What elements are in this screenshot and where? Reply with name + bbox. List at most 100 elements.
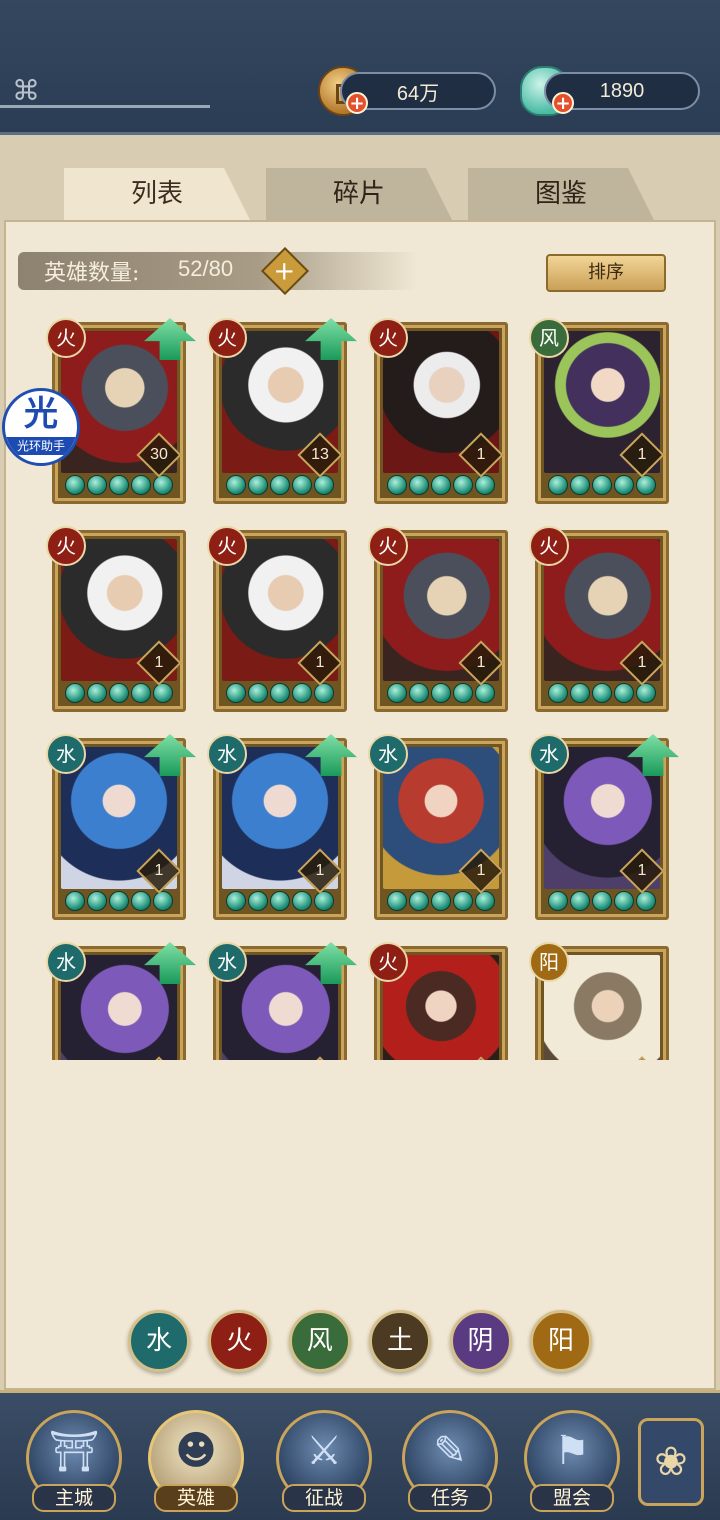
element-fire-icon: 火	[368, 526, 408, 566]
star-orb-icon	[153, 683, 173, 703]
upgrade-arrow-icon	[305, 318, 357, 360]
top-bar	[0, 0, 720, 135]
star-orb-icon	[636, 683, 656, 703]
hero-level: 13	[311, 446, 329, 463]
hero-level: 1	[476, 654, 486, 671]
element-water-icon: 水	[368, 734, 408, 774]
star-orb-icon	[453, 683, 473, 703]
nav-item[interactable]: ⛩ 主城	[26, 1410, 122, 1512]
filter-fire-button[interactable]: 火	[208, 1310, 271, 1372]
add-coin-plus-icon[interactable]: +	[346, 92, 368, 114]
filter-wind-button[interactable]: 风	[288, 1310, 351, 1372]
nav-item[interactable]: ⚔ 征战	[276, 1410, 372, 1512]
star-orb-icon	[592, 891, 612, 911]
star-orb-icon	[387, 891, 407, 911]
star-orb-icon	[292, 683, 312, 703]
assistant-logo: 光	[24, 394, 58, 434]
star-orb-icon	[248, 475, 268, 495]
star-orbs	[548, 683, 656, 705]
star-orb-icon	[292, 891, 312, 911]
star-orb-icon	[109, 891, 129, 911]
star-orb-icon	[109, 475, 129, 495]
star-orb-icon	[292, 475, 312, 495]
hero-level: 1	[154, 654, 164, 671]
tab-list[interactable]: 列表	[64, 168, 250, 220]
star-orb-icon	[314, 683, 334, 703]
star-orb-icon	[65, 475, 85, 495]
star-orbs	[65, 475, 173, 497]
star-orb-icon	[131, 891, 151, 911]
filter-yang-button[interactable]: 阳	[529, 1310, 592, 1372]
star-orbs	[548, 891, 656, 913]
nav-item[interactable]: ☻ 英雄	[148, 1410, 244, 1512]
tab-codex[interactable]: 图鉴	[468, 168, 654, 220]
upgrade-arrow-icon	[305, 734, 357, 776]
star-orb-icon	[431, 891, 451, 911]
star-orbs	[226, 683, 334, 705]
sort-button[interactable]: 排序	[546, 254, 666, 292]
nav-label: 英雄	[154, 1484, 238, 1512]
nav-item[interactable]: ✎ 任务	[402, 1410, 498, 1512]
nav-item[interactable]: ⚑ 盟会	[524, 1410, 620, 1512]
element-fire-icon: 火	[207, 526, 247, 566]
star-orb-icon	[270, 475, 290, 495]
star-orb-icon	[248, 891, 268, 911]
guild-icon: ⚑	[554, 1428, 590, 1474]
star-orb-icon	[65, 683, 85, 703]
hero-level: 1	[637, 446, 647, 463]
element-fire-icon: 火	[46, 526, 86, 566]
star-orbs	[387, 891, 495, 913]
star-orb-icon	[592, 683, 612, 703]
star-orb-icon	[314, 891, 334, 911]
filter-earth-button[interactable]: 土	[369, 1310, 432, 1372]
filter-water-button[interactable]: 水	[128, 1310, 190, 1372]
element-water-icon: 水	[46, 734, 86, 774]
hero-level: 1	[315, 862, 325, 879]
star-orb-icon	[453, 475, 473, 495]
star-orb-icon	[153, 475, 173, 495]
element-water-icon: 水	[46, 942, 86, 982]
star-orb-icon	[570, 683, 590, 703]
add-jade-plus-icon[interactable]: +	[552, 92, 574, 114]
star-orb-icon	[65, 891, 85, 911]
star-orb-icon	[431, 475, 451, 495]
star-orb-icon	[387, 683, 407, 703]
star-orb-icon	[314, 475, 334, 495]
tab-fragments[interactable]: 碎片	[266, 168, 452, 220]
upgrade-arrow-icon	[627, 734, 679, 776]
element-fire-icon: 火	[368, 942, 408, 982]
hero-icon: ☻	[175, 1428, 217, 1474]
hero-count-value: 52/80	[178, 256, 234, 281]
star-orb-icon	[409, 891, 429, 911]
star-orb-icon	[548, 891, 568, 911]
element-wind-icon: 风	[529, 318, 569, 358]
assistant-floating-button[interactable]: 光 光环助手	[2, 388, 80, 466]
star-orb-icon	[153, 891, 173, 911]
star-orb-icon	[636, 891, 656, 911]
star-orbs	[387, 475, 495, 497]
menu-button[interactable]: ❀	[638, 1418, 704, 1506]
upgrade-arrow-icon	[144, 318, 196, 360]
star-orbs	[65, 891, 173, 913]
nav-label: 盟会	[530, 1484, 614, 1512]
star-orb-icon	[87, 891, 107, 911]
filter-yin-button[interactable]: 阴	[449, 1310, 512, 1372]
jade-amount: 1890	[599, 79, 645, 102]
star-orb-icon	[475, 475, 495, 495]
palace-icon: ⛩	[48, 1429, 100, 1475]
star-orbs	[387, 683, 495, 705]
star-orb-icon	[614, 683, 634, 703]
hero-level: 1	[637, 862, 647, 879]
star-orb-icon	[548, 475, 568, 495]
upgrade-arrow-icon	[305, 942, 357, 984]
star-orbs	[548, 475, 656, 497]
star-orb-icon	[453, 891, 473, 911]
star-orbs	[65, 683, 173, 705]
star-orb-icon	[409, 475, 429, 495]
element-fire-icon: 火	[207, 318, 247, 358]
star-orb-icon	[109, 683, 129, 703]
element-fire-icon: 火	[368, 318, 408, 358]
coin-amount: 64万	[396, 82, 440, 105]
star-orb-icon	[131, 683, 151, 703]
star-orb-icon	[614, 891, 634, 911]
